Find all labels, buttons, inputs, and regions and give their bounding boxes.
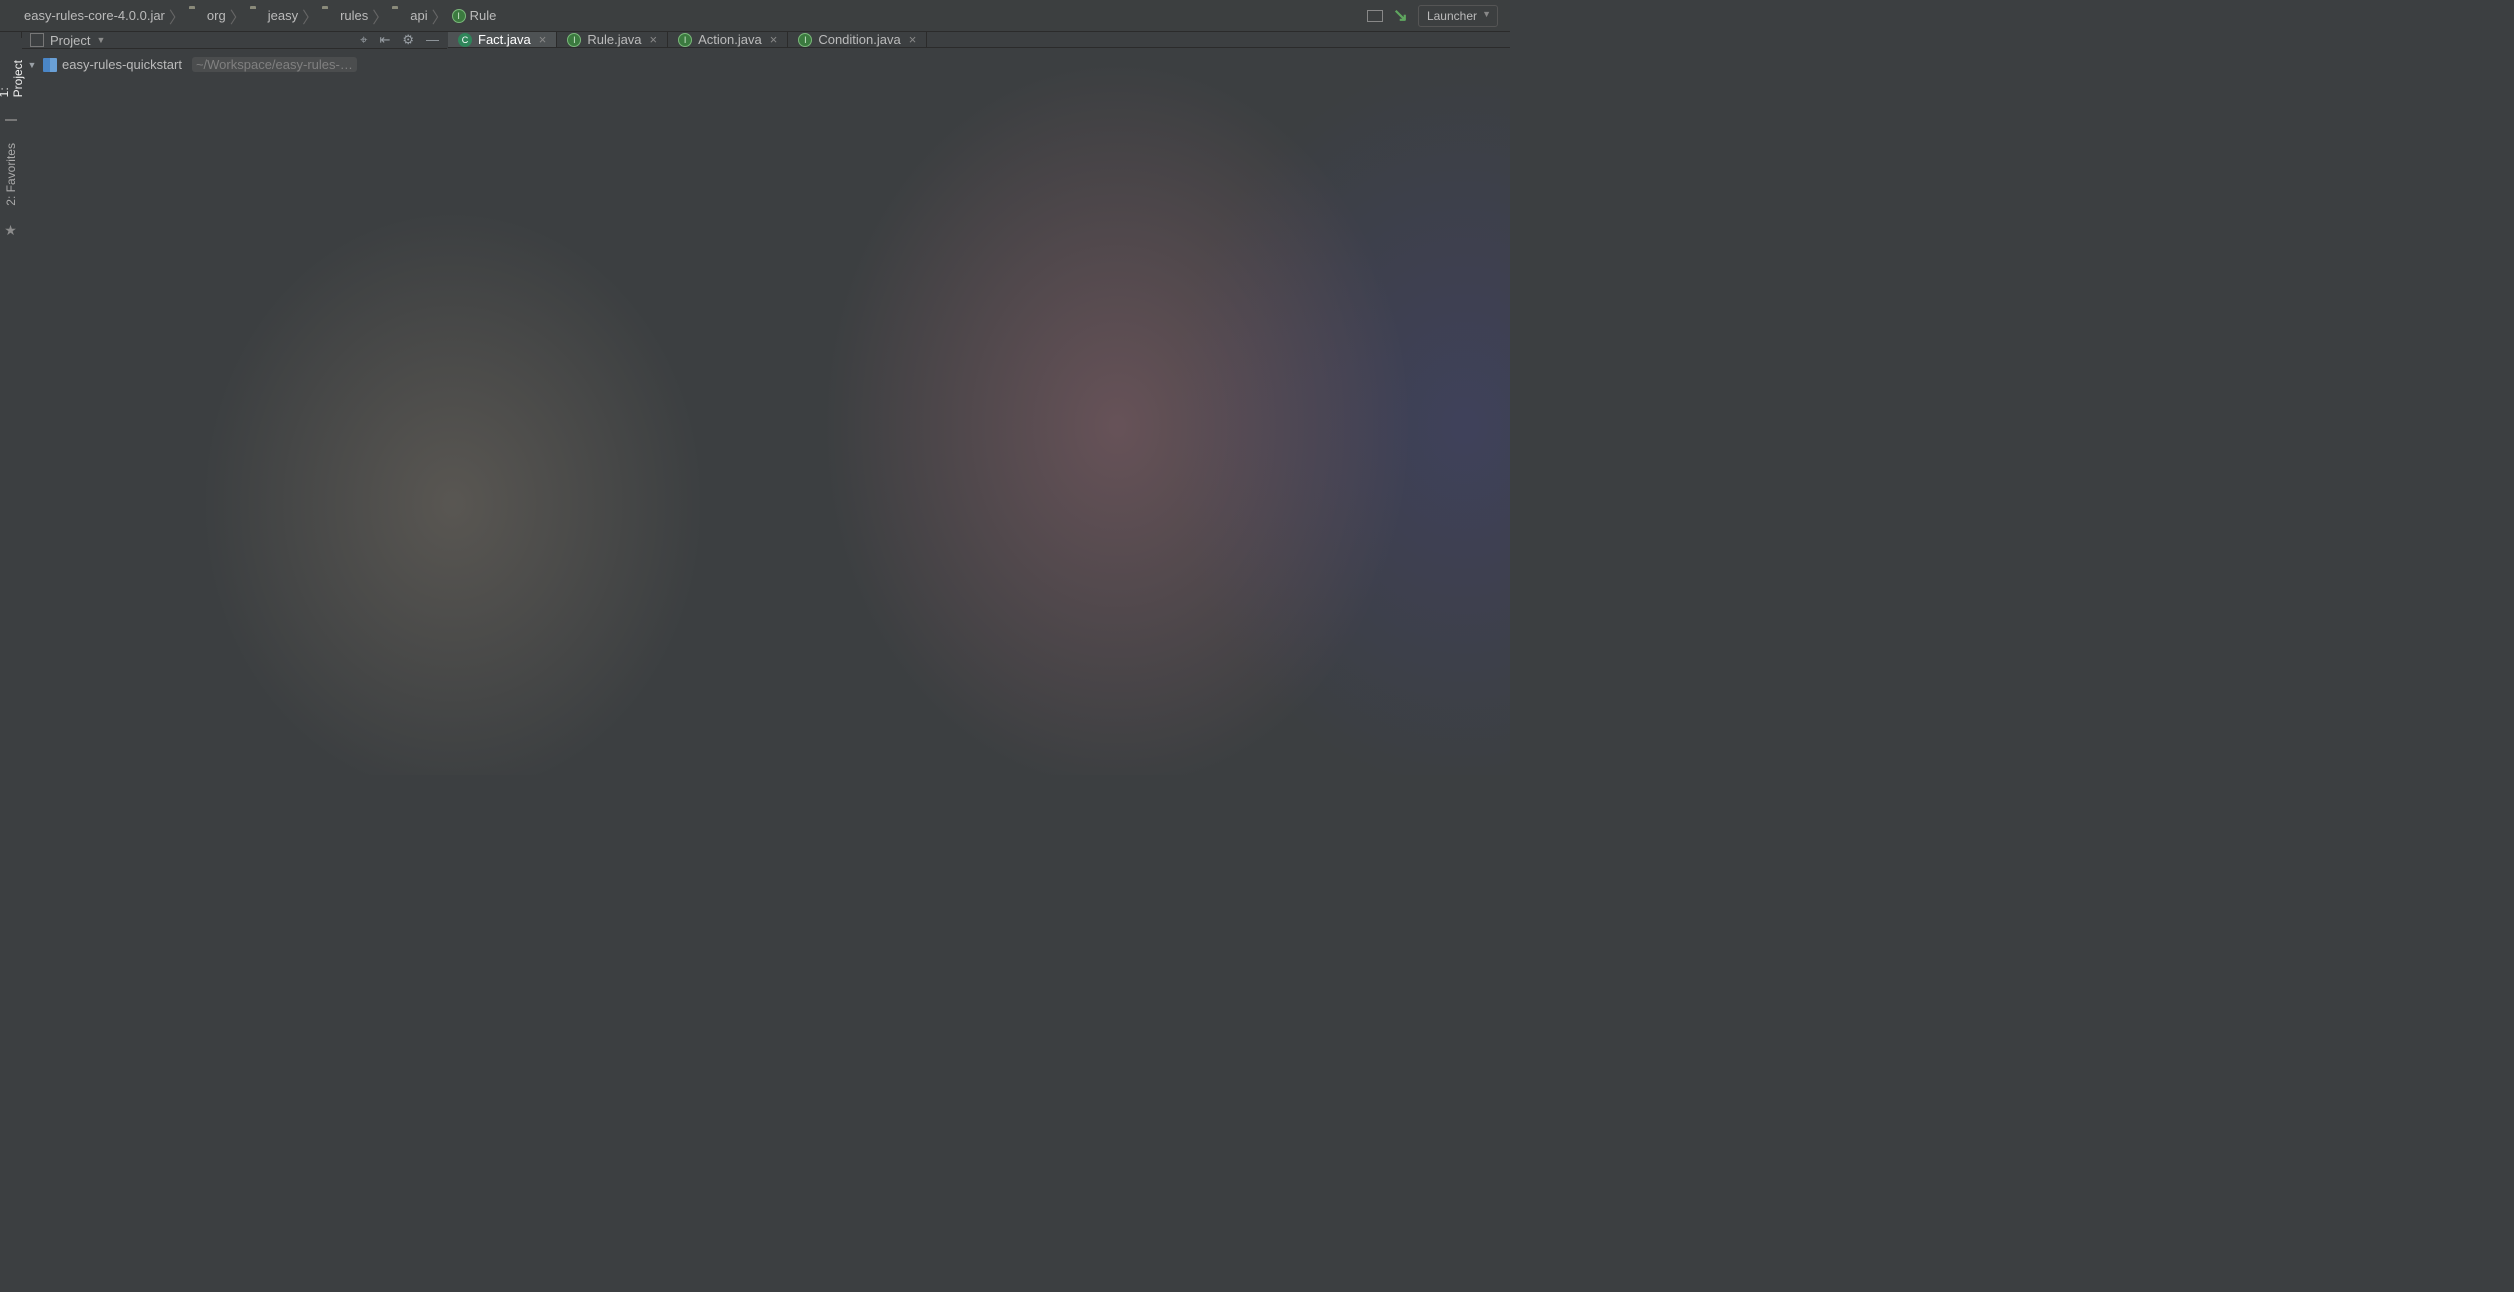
- folder-icon: [392, 9, 406, 23]
- breadcrumb-separator: 〉: [169, 4, 185, 28]
- close-icon[interactable]: ×: [539, 32, 547, 47]
- breadcrumb-separator: 〉: [302, 4, 318, 28]
- breadcrumb-label: api: [410, 8, 427, 23]
- jar-icon: [6, 9, 20, 23]
- breadcrumb-label: rules: [340, 8, 368, 23]
- folder-icon: [322, 9, 336, 23]
- tree-node[interactable]: ▼ easy-rules-quickstart ~/Workspace/easy-r…: [22, 53, 447, 73]
- run-config-selector[interactable]: Launcher: [1418, 5, 1498, 27]
- breadcrumb-item[interactable]: I Rule: [452, 8, 497, 23]
- collapse-icon[interactable]: ⇤: [379, 32, 390, 48]
- folder-icon: [250, 9, 264, 23]
- editor-tab[interactable]: I Condition.java ×: [788, 32, 927, 47]
- editor-tab[interactable]: I Rule.java ×: [557, 32, 668, 47]
- close-icon[interactable]: ×: [770, 32, 778, 47]
- breadcrumb-separator: 〉: [432, 4, 448, 28]
- favorites-star-icon[interactable]: ★: [4, 222, 17, 239]
- tree-node-label: easy-rules-quickstart: [62, 57, 182, 72]
- tab-label: Fact.java: [478, 32, 531, 47]
- breadcrumb-label: Rule: [470, 8, 497, 23]
- breadcrumb-bar: easy-rules-core-4.0.0.jar 〉 org 〉 jeasy 〉 rule…: [0, 0, 1510, 32]
- editor-tabs: C Fact.java × I Rule.java × I Action.java × I Cond…: [448, 32, 1510, 48]
- locate-icon[interactable]: ⌖: [360, 32, 367, 48]
- class-icon: C: [458, 33, 472, 47]
- gear-icon[interactable]: ⚙: [402, 32, 414, 48]
- folder-icon: [189, 9, 203, 23]
- tab-label: Action.java: [698, 32, 762, 47]
- breadcrumb-label: jeasy: [268, 8, 298, 23]
- breadcrumb-item[interactable]: api: [392, 8, 427, 23]
- breadcrumb-label: easy-rules-core-4.0.0.jar: [24, 8, 165, 23]
- breadcrumb-item[interactable]: org: [189, 8, 226, 23]
- tab-label: Condition.java: [818, 32, 900, 47]
- hide-icon[interactable]: —: [426, 32, 439, 48]
- breadcrumb-item[interactable]: easy-rules-core-4.0.0.jar: [6, 8, 165, 23]
- breadcrumb-item[interactable]: rules: [322, 8, 368, 23]
- expand-arrow-icon[interactable]: ▼: [26, 60, 38, 70]
- close-icon[interactable]: ×: [909, 32, 917, 47]
- stripe-tab-favorites[interactable]: 2: Favorites: [2, 137, 20, 212]
- iface-icon: I: [567, 33, 581, 47]
- iface-icon: I: [452, 9, 466, 23]
- iface-icon: I: [678, 33, 692, 47]
- breadcrumb-separator: 〉: [230, 4, 246, 28]
- sidebar-title[interactable]: Project: [50, 33, 90, 48]
- close-icon[interactable]: ×: [650, 32, 658, 47]
- back-icon[interactable]: ↘: [1393, 5, 1408, 26]
- layout-icon[interactable]: [1367, 10, 1383, 22]
- project-view-icon: [30, 33, 44, 47]
- breadcrumb-item[interactable]: jeasy: [250, 8, 298, 23]
- tab-label: Rule.java: [587, 32, 641, 47]
- iface-icon: I: [798, 33, 812, 47]
- breadcrumb-label: org: [207, 8, 226, 23]
- project-tree[interactable]: ▼ easy-rules-quickstart ~/Workspace/easy-r…: [22, 49, 447, 73]
- tool-window-stripe-left: 1: Project 2: Favorites ★: [0, 32, 22, 38]
- breadcrumb-separator: 〉: [372, 4, 388, 28]
- structure-icon[interactable]: [5, 119, 17, 121]
- editor-tab[interactable]: I Action.java ×: [668, 32, 788, 47]
- module-icon: [42, 57, 58, 73]
- chevron-down-icon[interactable]: ▼: [96, 35, 105, 45]
- editor-tab[interactable]: C Fact.java ×: [448, 32, 557, 47]
- tree-node-hint: ~/Workspace/easy-rules-…: [192, 57, 357, 72]
